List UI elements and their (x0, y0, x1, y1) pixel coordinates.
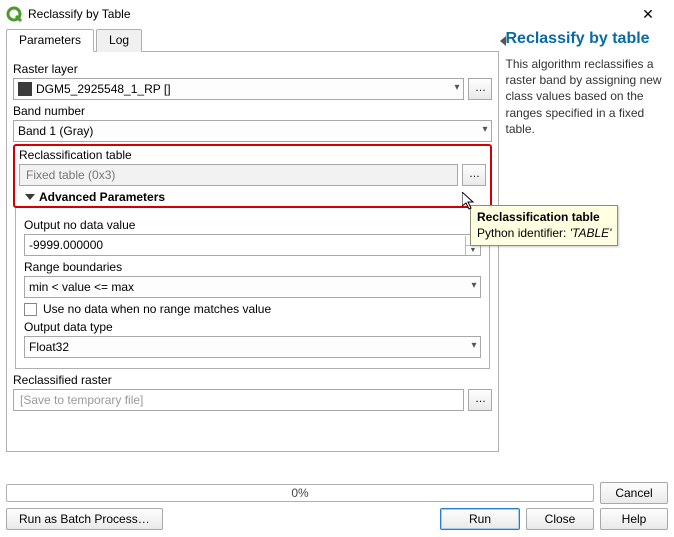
range-boundaries-value: min < value <= max (29, 280, 134, 294)
tooltip-line: Python identifier: 'TABLE' (477, 226, 611, 242)
button-bar: Run as Batch Process… Run Close Help (0, 504, 674, 530)
window-title: Reclassify by Table (28, 7, 628, 21)
tooltip-identifier: 'TABLE' (570, 226, 612, 240)
cancel-button[interactable]: Cancel (600, 482, 668, 504)
spin-down-icon[interactable]: ▼ (465, 246, 479, 255)
tab-parameters-label: Parameters (19, 33, 81, 47)
run-batch-label: Run as Batch Process… (19, 512, 150, 526)
band-number-combo[interactable]: Band 1 (Gray) ▾ (13, 120, 492, 142)
output-datatype-label: Output data type (24, 320, 481, 334)
use-nodata-label: Use no data when no range matches value (43, 302, 271, 316)
left-panel: Parameters Log Raster layer DGM5_2925548… (6, 28, 499, 458)
chevron-down-icon: ▾ (471, 340, 476, 351)
advanced-parameters-toggle[interactable]: Advanced Parameters (25, 190, 486, 204)
close-button[interactable]: Close (526, 508, 594, 530)
parameters-body: Raster layer DGM5_2925548_1_RP [] ▾ … Ba… (6, 52, 499, 452)
output-datatype-combo[interactable]: Float32 ▾ (24, 336, 481, 358)
chevron-down-icon: ▾ (471, 280, 476, 291)
reclassified-raster-placeholder: [Save to temporary file] (20, 393, 143, 407)
reclassified-raster-label: Reclassified raster (13, 373, 492, 387)
reclassified-raster-browse-button[interactable]: … (468, 389, 492, 411)
reclassified-raster-input[interactable]: [Save to temporary file] (13, 389, 464, 411)
advanced-parameters-label: Advanced Parameters (39, 190, 165, 204)
help-button-label: Help (622, 512, 647, 526)
title-bar: Reclassify by Table ✕ (0, 0, 674, 28)
raster-layer-combo[interactable]: DGM5_2925548_1_RP [] ▾ (13, 78, 464, 100)
run-batch-button[interactable]: Run as Batch Process… (6, 508, 163, 530)
run-button-label: Run (469, 512, 491, 526)
range-boundaries-label: Range boundaries (24, 260, 481, 274)
panel-collapse-icon[interactable] (500, 36, 506, 46)
help-button[interactable]: Help (600, 508, 668, 530)
no-data-label: Output no data value (24, 218, 481, 232)
reclass-table-highlight: Reclassification table Fixed table (0x3)… (13, 144, 492, 208)
reclass-table-tooltip: Reclassification table Python identifier… (470, 205, 618, 246)
tab-parameters[interactable]: Parameters (6, 29, 94, 52)
tooltip-title: Reclassification table (477, 210, 611, 226)
close-button-label: Close (545, 512, 576, 526)
raster-layer-browse-button[interactable]: … (468, 78, 492, 100)
run-button[interactable]: Run (440, 508, 520, 530)
band-number-value: Band 1 (Gray) (18, 124, 93, 138)
chevron-down-icon: ▾ (482, 124, 487, 135)
reclass-table-edit-button[interactable]: … (462, 164, 486, 186)
reclass-table-value: Fixed table (0x3) (26, 168, 115, 182)
advanced-parameters-fieldset: Output no data value -9999.000000 ▲▼ Ran… (15, 208, 490, 369)
app-icon (6, 6, 22, 22)
raster-icon (18, 82, 32, 96)
tab-log[interactable]: Log (96, 29, 142, 52)
reclass-table-label: Reclassification table (19, 148, 486, 162)
tooltip-prefix: Python identifier: (477, 226, 570, 240)
help-title: Reclassify by table (505, 30, 668, 48)
output-datatype-value: Float32 (29, 340, 69, 354)
tabs-header: Parameters Log (6, 28, 499, 52)
raster-layer-label: Raster layer (13, 62, 492, 76)
use-nodata-checkbox[interactable] (24, 303, 37, 316)
band-number-label: Band number (13, 104, 492, 118)
cancel-button-label: Cancel (615, 486, 652, 500)
triangle-down-icon (25, 194, 35, 200)
progress-bar: 0% (6, 484, 594, 502)
close-icon[interactable]: ✕ (628, 6, 668, 23)
tab-log-label: Log (109, 33, 129, 47)
no-data-value: -9999.000000 (29, 238, 103, 252)
chevron-down-icon: ▾ (454, 82, 459, 93)
progress-text: 0% (291, 486, 308, 500)
no-data-spin[interactable]: -9999.000000 ▲▼ (24, 234, 481, 256)
raster-layer-value: DGM5_2925548_1_RP [] (36, 82, 171, 96)
range-boundaries-combo[interactable]: min < value <= max ▾ (24, 276, 481, 298)
reclass-table-input: Fixed table (0x3) (19, 164, 458, 186)
help-body: This algorithm reclassifies a raster ban… (505, 56, 668, 137)
